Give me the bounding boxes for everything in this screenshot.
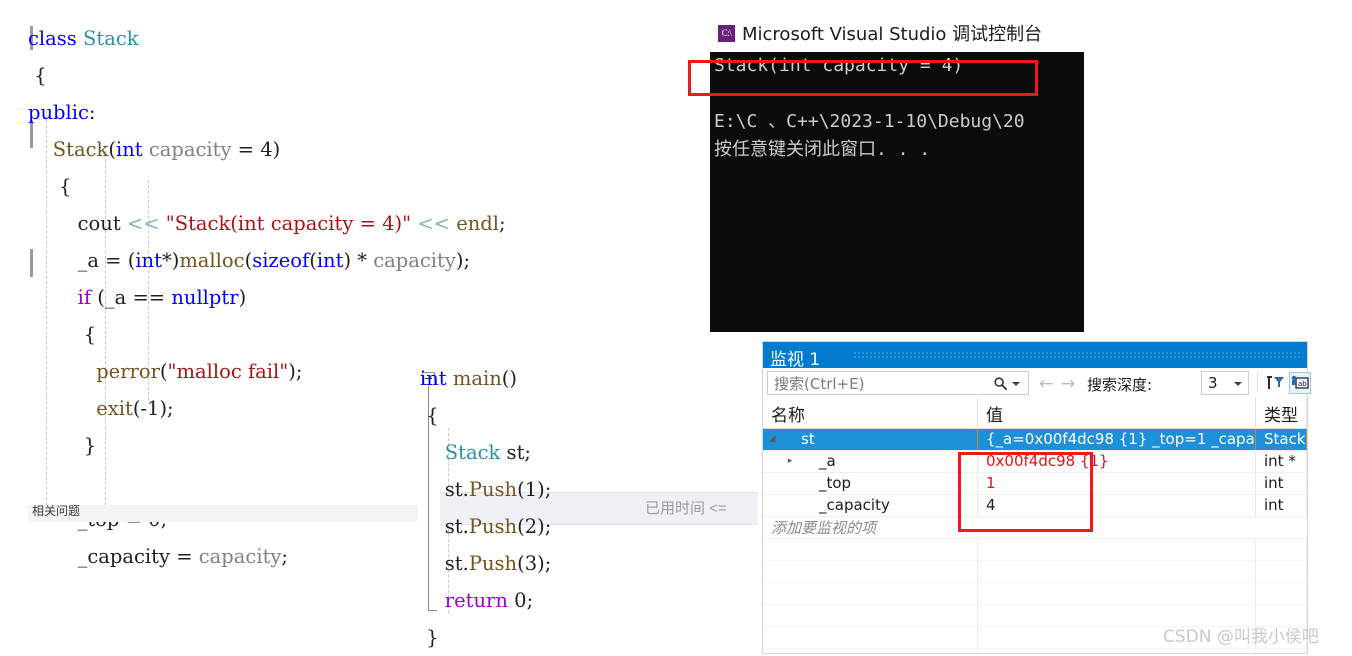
search-input[interactable] <box>772 374 986 394</box>
watch-value[interactable]: 4 <box>978 495 1256 516</box>
related-issues-label: 相关问题 <box>32 505 81 518</box>
watch-type: Stack <box>1256 429 1307 450</box>
watch-value[interactable]: 1 <box>978 473 1256 494</box>
code-line: { <box>28 64 47 87</box>
chevron-down-icon[interactable] <box>1234 382 1242 386</box>
field-lock-icon <box>799 477 814 490</box>
watch-name: _a <box>819 452 836 470</box>
search-depth-label: 搜索深度: <box>1087 376 1153 394</box>
code-line: Stack(int capacity = 4) <box>52 138 281 161</box>
code-line: if (_a == nullptr) <box>77 286 247 309</box>
toolbar-divider <box>1257 373 1258 393</box>
watch-name-cell[interactable]: _capacity <box>763 495 978 516</box>
empty-row <box>763 583 1307 605</box>
console-line: 按任意键关闭此窗口. . . <box>714 139 931 160</box>
code-line: class Stack <box>28 27 139 50</box>
watch-name: _top <box>819 474 852 492</box>
back-arrow-icon[interactable]: ← <box>1039 374 1053 394</box>
watch-title: 监视 1 <box>770 350 821 370</box>
search-options-chevron-down-icon[interactable] <box>1012 382 1020 386</box>
console-line: Stack(int capacity = 4) <box>714 55 964 76</box>
code-line: st.Push(1); <box>420 478 552 501</box>
code-line: cout << "Stack(int capacity = 4)" << end… <box>77 212 506 235</box>
code-line: st.Push(3); <box>420 552 552 575</box>
empty-row <box>763 539 1307 561</box>
pin-filter-icon[interactable] <box>1265 373 1285 393</box>
console-title-bar: C:\ Microsoft Visual Studio 调试控制台 <box>710 12 1084 52</box>
forward-arrow-icon[interactable]: → <box>1061 374 1075 394</box>
watch-type: int <box>1256 495 1307 516</box>
empty-row <box>763 649 1307 653</box>
add-watch-item-row[interactable]: 添加要监视的项 <box>763 517 1307 539</box>
svg-text:ab: ab <box>1298 380 1307 388</box>
field-lock-icon <box>799 499 814 512</box>
watch-title-bar[interactable]: 监视 1 <box>763 342 1307 370</box>
search-box[interactable] <box>767 371 1029 395</box>
column-header-type[interactable]: 类型 <box>1256 398 1307 428</box>
code-line: public: <box>28 101 96 124</box>
search-icon[interactable] <box>993 376 1008 391</box>
column-header-name[interactable]: 名称 <box>763 398 978 428</box>
console-icon-text: C:\ <box>721 28 732 38</box>
hex-display-icon[interactable]: ab <box>1289 372 1311 394</box>
console-line: E:\C 、C++\2023-1-10\Debug\20 <box>714 111 1025 132</box>
table-row[interactable]: _capacity 4 int <box>763 495 1307 517</box>
debug-console-window[interactable]: C:\ Microsoft Visual Studio 调试控制台 Stack(… <box>710 12 1084 332</box>
table-row[interactable]: ▸ _a 0x00f4dc98 {1} int * <box>763 451 1307 473</box>
code-line: { <box>420 404 439 427</box>
watch-type: int <box>1256 473 1307 494</box>
code-line: } <box>420 626 439 649</box>
empty-row <box>763 561 1307 583</box>
column-header-value[interactable]: 值 <box>978 398 1256 428</box>
console-output[interactable]: Stack(int capacity = 4) E:\C 、C++\2023-1… <box>710 52 1084 332</box>
console-title: Microsoft Visual Studio 调试控制台 <box>742 24 1043 45</box>
code-line: { <box>28 323 97 346</box>
code-line: { <box>28 175 72 198</box>
watch-window[interactable]: 监视 1 ← → 搜索深度: 3 ab <box>762 341 1311 654</box>
watch-type: int * <box>1256 451 1307 472</box>
watch-value[interactable]: {_a=0x00f4dc98 {1} _top=1 _capacity=4 } <box>978 429 1256 450</box>
watch-grid[interactable]: 名称 值 类型 ◢ st {_a=0x00f4dc98 {1} _top=1 _… <box>763 398 1307 653</box>
watch-value[interactable]: 0x00f4dc98 {1} <box>978 451 1256 472</box>
table-row[interactable]: ◢ st {_a=0x00f4dc98 {1} _top=1 _capacity… <box>763 429 1307 451</box>
watch-name-cell[interactable]: ◢ st <box>763 429 978 450</box>
cpp-console-icon: C:\ <box>718 24 735 42</box>
table-row[interactable]: _top 1 int <box>763 473 1307 495</box>
watch-name-cell[interactable]: _top <box>763 473 978 494</box>
main-function-source[interactable]: int main() { Stack st; st.Push(1); st.Pu… <box>420 360 551 656</box>
tree-expander-expanded-icon[interactable]: ◢ <box>763 429 781 450</box>
watch-grid-header: 名称 值 类型 <box>763 398 1307 429</box>
search-depth-value: 3 <box>1208 374 1218 392</box>
code-line: Stack st; <box>444 441 531 464</box>
watch-name: st <box>801 430 815 448</box>
watch-name-cell[interactable]: ▸ _a <box>763 451 978 472</box>
title-drag-handle[interactable] <box>853 351 1303 360</box>
code-line: st.Push(2); <box>420 515 552 538</box>
watch-toolbar[interactable]: ← → 搜索深度: 3 ab <box>763 368 1311 399</box>
csdn-watermark: CSDN @叫我小侯吧 <box>1163 627 1319 647</box>
add-watch-item-label: 添加要监视的项 <box>771 519 877 537</box>
watch-name: _capacity <box>819 496 890 514</box>
code-line: return 0; <box>444 589 534 612</box>
elapsed-time-hint: 已用时间 <= <box>645 500 727 517</box>
related-issues-bar: 相关问题 <box>28 505 418 522</box>
search-depth-select[interactable]: 3 <box>1201 371 1249 395</box>
object-box-icon <box>781 433 796 446</box>
code-line: int main() <box>420 367 517 390</box>
tree-expander-collapsed-icon[interactable]: ▸ <box>781 451 799 472</box>
code-line: _a = (int*)malloc(sizeof(int) * capacity… <box>28 249 471 272</box>
field-lock-icon <box>799 455 814 468</box>
